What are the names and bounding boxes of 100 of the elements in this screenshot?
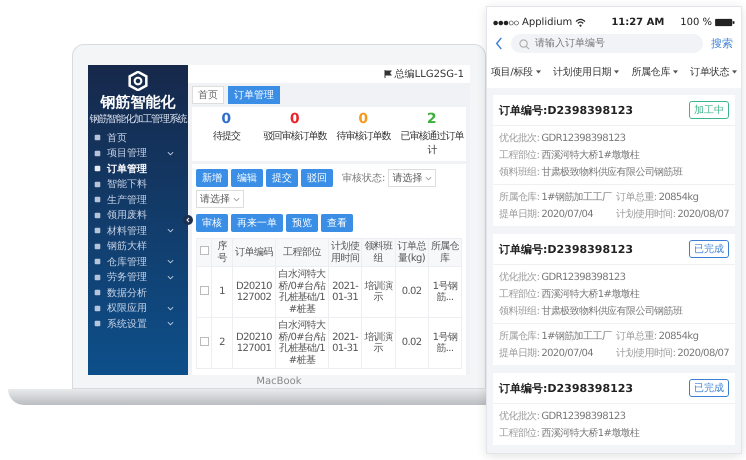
order-number: 订单编号:D2398398123 — [499, 380, 634, 396]
status-badge: 加工中 — [689, 101, 729, 119]
menu-item[interactable]: 生产管理 — [88, 192, 180, 208]
hexagon-logo-icon — [128, 71, 148, 91]
app-title: 钢筋智能化 — [100, 93, 176, 112]
table-cell: 2021-01-31 — [328, 266, 362, 318]
table-cell: 2 — [212, 318, 232, 368]
wifi-icon — [575, 18, 586, 27]
stat-value: 0 — [290, 111, 300, 127]
field-label: 领料班组: — [499, 306, 540, 317]
menu-item[interactable]: 权限应用 — [88, 300, 180, 316]
menu-item[interactable]: 钢筋大样 — [88, 238, 180, 254]
table-cell: D20210127001 — [232, 318, 276, 368]
field-value: 西溪河特大桥1#墩墩柱 — [541, 150, 640, 161]
stat-value: 0 — [358, 111, 368, 127]
square-icon — [94, 242, 101, 250]
table-cell: 白水河特大桥/0#台/钻孔桩基础/1#桩基 — [276, 318, 328, 368]
menu-item[interactable]: 项目管理 — [88, 146, 180, 161]
field-label: 优化批次: — [499, 272, 540, 283]
menu-item[interactable]: 材料管理 — [88, 223, 180, 238]
table-cell: 2021-01-31 — [328, 318, 362, 368]
menu-item[interactable]: 数据分析 — [88, 285, 180, 300]
field-value: GDR12398398123 — [541, 411, 626, 422]
menu-item[interactable]: 首页 — [88, 130, 180, 146]
field-value: 20854kg — [658, 192, 698, 203]
field-label: 提单日期: — [499, 348, 540, 359]
column-header: 计划使用时间 — [328, 238, 362, 266]
filter-label: 审核状态: — [342, 172, 386, 185]
battery-percent: 100 % — [680, 17, 712, 28]
square-icon — [94, 150, 101, 157]
stat-label: 待提交 — [212, 130, 240, 143]
filter-dropdown[interactable]: 订单状态 — [690, 65, 737, 79]
table-cell: 1号钢筋... — [428, 266, 462, 318]
field-value: 2020/08/07 — [677, 209, 729, 220]
chevron-down-icon — [425, 174, 432, 182]
menu-item[interactable]: 领用废料 — [88, 208, 180, 223]
field-value: GDR12398398123 — [541, 272, 626, 283]
user-name[interactable]: 总编LLG2SG-1 — [394, 67, 464, 81]
column-header: 所属仓库 — [428, 238, 462, 266]
field-label: 所属仓库: — [499, 192, 540, 203]
square-icon — [94, 134, 101, 142]
menu-item[interactable]: 订单管理 — [88, 161, 180, 176]
checkbox[interactable] — [200, 286, 208, 295]
column-header: 领料班组 — [362, 238, 395, 266]
table-cell: D20210127002 — [232, 266, 276, 318]
status-badge: 已完成 — [689, 240, 729, 258]
checkbox[interactable] — [200, 336, 208, 346]
square-icon — [94, 165, 101, 172]
back-icon[interactable] — [495, 37, 503, 50]
collapse-toggle-icon[interactable] — [183, 215, 193, 225]
tab[interactable]: 首页 — [192, 86, 224, 104]
table-cell: 1号钢筋... — [428, 318, 462, 368]
dropdown-triangle-icon — [732, 70, 737, 74]
field-label: 订单总重: — [616, 192, 657, 203]
column-header: 序号 — [212, 238, 232, 266]
filter-dropdown[interactable]: 计划使用日期 — [552, 65, 620, 79]
status-badge: 已完成 — [689, 379, 729, 397]
stat-label: 驳回审核订单数 — [263, 130, 326, 143]
square-icon — [94, 320, 101, 328]
square-icon — [94, 304, 101, 312]
stat-label: 已审核通过订单计 — [399, 130, 465, 157]
field-value: 西溪河特大桥1#墩墩柱 — [541, 289, 640, 300]
field-value: 2020/08/07 — [677, 348, 729, 359]
field-value: 1#钢筋加工工厂 — [541, 331, 612, 342]
field-label: 提单日期: — [499, 209, 540, 220]
order-card[interactable]: 订单编号:D2398398123 已完成 优化批次: GDR12398398123 工程部位: 西溪河特大桥1#墩墩柱 — [493, 373, 735, 445]
table-cell: 培训演示 — [362, 318, 395, 368]
select-field[interactable]: 请选择 — [388, 169, 436, 187]
square-icon — [94, 180, 101, 188]
order-card[interactable]: 订单编号:D2398398123 加工中 优化批次: GDR12398398123 工程部位: 西溪河特大桥1#墩墩柱 领料班组: 甘肃极致物料供应有限公司钢筋班 所属仓库: 1#钢筋加工工厂 订单总重: 20854kg 提单日期: 2020/07/04 计划使用时间: 2020/08/07 — [493, 95, 735, 226]
filter-dropdown[interactable]: 所属仓库 — [631, 65, 678, 79]
menu-item[interactable]: 系统设置 — [88, 316, 180, 332]
stat-value: 2 — [426, 111, 437, 127]
dropdown-triangle-icon — [614, 70, 620, 74]
filter-dropdown[interactable]: 项目/标段 — [491, 65, 541, 79]
flag-icon — [384, 70, 392, 78]
table-cell: 白水河特大桥/0#台/钻孔桩基础/1#桩基 — [276, 266, 328, 318]
search-field[interactable]: 请输入订单编号 — [511, 34, 703, 53]
checkbox[interactable] — [200, 246, 208, 256]
table-cell: 0.02 — [395, 266, 428, 318]
field-label: 优化批次: — [499, 411, 540, 422]
field-value: 甘肃极致物料供应有限公司钢筋班 — [541, 306, 682, 317]
field-value: 西溪河特大桥1#墩墩柱 — [541, 428, 640, 439]
square-icon — [94, 258, 101, 266]
menu-item[interactable]: 仓库管理 — [88, 254, 180, 270]
menu-item[interactable]: 劳务管理 — [88, 270, 180, 285]
order-card[interactable]: 订单编号:D2398398123 已完成 优化批次: GDR12398398123 工程部位: 西溪河特大桥1#墩墩柱 领料班组: 甘肃极致物料供应有限公司钢筋班 所属仓库: 1#钢筋加工工厂 订单总重: 20854kg 提单日期: 2020/07/04 计划使用时间: 2020/08/07 — [493, 234, 735, 365]
field-value: 2020/07/04 — [541, 209, 594, 220]
app-subtitle: 钢筋智能化加工管理系统 — [90, 112, 186, 126]
column-header: 工程部位 — [276, 238, 328, 266]
field-label: 计划使用时间: — [616, 209, 676, 220]
column-header: 订单编码 — [232, 238, 276, 266]
field-value: 1#钢筋加工工厂 — [541, 192, 612, 203]
square-icon — [94, 212, 101, 219]
menu-item[interactable]: 智能下料 — [88, 176, 180, 192]
field-label: 领料班组: — [499, 167, 540, 178]
field-label: 订单总重: — [616, 331, 657, 342]
dropdown-triangle-icon — [673, 70, 678, 74]
select-field[interactable]: 请选择 — [196, 190, 244, 208]
search-button[interactable]: 搜索 — [711, 36, 733, 51]
